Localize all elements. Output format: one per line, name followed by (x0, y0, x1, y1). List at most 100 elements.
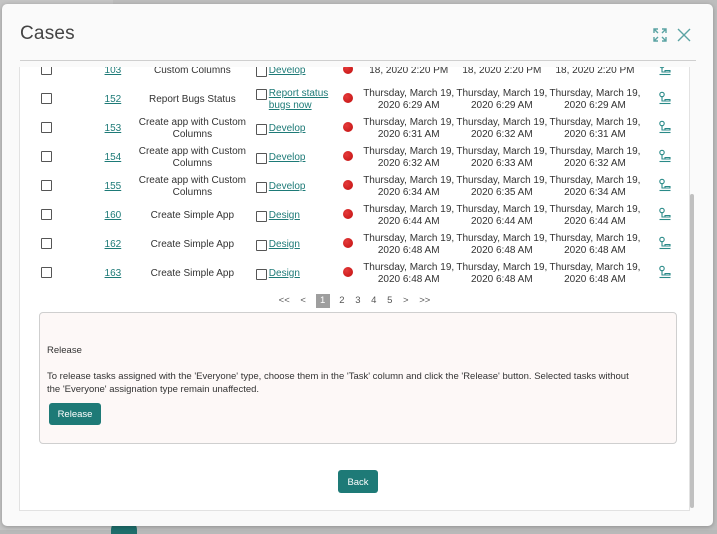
date-created: Thursday, March 19, 2020 6:34 AM (362, 172, 455, 201)
page-2[interactable]: 2 (339, 295, 344, 306)
case-id-link[interactable]: 162 (105, 239, 122, 250)
page-1[interactable]: 1 (316, 294, 330, 308)
assign-user-icon[interactable] (658, 265, 672, 279)
row-select-checkbox[interactable] (41, 267, 52, 278)
case-id-link[interactable]: 152 (105, 94, 122, 105)
close-icon[interactable] (675, 26, 693, 44)
date-created: Thursday, March 19, 2020 6:48 AM (362, 230, 455, 259)
case-name: Create app with Custom Columns (133, 172, 252, 201)
date-due: Thursday, March 19, 2020 6:48 AM (548, 230, 641, 259)
date-due: Thursday, March 19, 2020 6:32 AM (548, 143, 641, 172)
row-select-checkbox[interactable] (41, 67, 52, 75)
page-4[interactable]: 4 (371, 295, 376, 306)
case-id-link[interactable]: 163 (105, 268, 122, 279)
date-created: Thursday, March 19, 2020 6:32 AM (362, 143, 455, 172)
modal-title: Cases (20, 23, 75, 45)
page-prev[interactable]: < (300, 295, 306, 306)
back-button[interactable]: Back (338, 470, 378, 493)
assign-user-icon[interactable] (658, 236, 672, 250)
task-checkbox[interactable] (256, 211, 267, 222)
case-row: 163 Create Simple App Design Thursday, M… (20, 259, 689, 288)
case-name: Create Simple App (133, 230, 252, 259)
status-dot-icon (343, 209, 353, 219)
task-link[interactable]: Develop (269, 181, 306, 193)
page-first[interactable]: << (279, 295, 290, 306)
task-checkbox[interactable] (256, 240, 267, 251)
assign-user-icon[interactable] (658, 91, 672, 105)
case-id-link[interactable]: 155 (105, 181, 122, 192)
pagination: << < 1 2 3 4 5 > >> (20, 294, 689, 308)
task-link[interactable]: Develop (269, 67, 306, 77)
assign-user-icon[interactable] (658, 149, 672, 163)
task-checkbox[interactable] (256, 67, 267, 77)
case-id-link[interactable]: 153 (105, 123, 122, 134)
status-dot-icon (343, 180, 353, 190)
task-link[interactable]: Design (269, 268, 300, 280)
modal-content: 103 Custom Columns Develop 18, 2020 2:20… (19, 67, 690, 511)
date-created: Thursday, March 19, 2020 6:44 AM (362, 201, 455, 230)
case-name: Create Simple App (133, 201, 252, 230)
date-due: 18, 2020 2:20 PM (548, 67, 641, 85)
date-due: Thursday, March 19, 2020 6:44 AM (548, 201, 641, 230)
page-5[interactable]: 5 (387, 295, 392, 306)
date-due: Thursday, March 19, 2020 6:29 AM (548, 85, 641, 114)
title-divider (20, 60, 696, 61)
row-select-checkbox[interactable] (41, 238, 52, 249)
case-id-link[interactable]: 160 (105, 210, 122, 221)
case-row: 153 Create app with Custom Columns Devel… (20, 114, 689, 143)
release-title: Release (47, 345, 82, 356)
case-name: Custom Columns (133, 67, 252, 85)
date-modified: Thursday, March 19, 2020 6:35 AM (455, 172, 548, 201)
date-created: 18, 2020 2:20 PM (362, 67, 455, 85)
task-link[interactable]: Design (269, 239, 300, 251)
date-created: Thursday, March 19, 2020 6:31 AM (362, 114, 455, 143)
date-due: Thursday, March 19, 2020 6:34 AM (548, 172, 641, 201)
case-row: 162 Create Simple App Design Thursday, M… (20, 230, 689, 259)
case-row: 160 Create Simple App Design Thursday, M… (20, 201, 689, 230)
content-scrollbar[interactable] (690, 194, 694, 508)
row-select-checkbox[interactable] (41, 151, 52, 162)
page-3[interactable]: 3 (355, 295, 360, 306)
row-select-checkbox[interactable] (41, 180, 52, 191)
status-dot-icon (343, 151, 353, 161)
assign-user-icon[interactable] (658, 67, 672, 76)
task-link[interactable]: Develop (269, 123, 306, 135)
status-dot-icon (343, 267, 353, 277)
case-id-link[interactable]: 154 (105, 152, 122, 163)
row-select-checkbox[interactable] (41, 209, 52, 220)
date-modified: Thursday, March 19, 2020 6:33 AM (455, 143, 548, 172)
date-modified: Thursday, March 19, 2020 6:44 AM (455, 201, 548, 230)
assign-user-icon[interactable] (658, 120, 672, 134)
row-select-checkbox[interactable] (41, 122, 52, 133)
assign-user-icon[interactable] (658, 178, 672, 192)
case-name: Create app with Custom Columns (133, 114, 252, 143)
date-modified: Thursday, March 19, 2020 6:29 AM (455, 85, 548, 114)
page-last[interactable]: >> (419, 295, 430, 306)
expand-icon[interactable] (651, 26, 669, 44)
page-next[interactable]: > (403, 295, 409, 306)
task-checkbox[interactable] (256, 269, 267, 280)
task-checkbox[interactable] (256, 124, 267, 135)
task-link[interactable]: Design (269, 210, 300, 222)
assign-user-icon[interactable] (658, 207, 672, 221)
task-checkbox[interactable] (256, 89, 267, 100)
task-link[interactable]: Develop (269, 152, 306, 164)
release-button[interactable]: Release (49, 403, 101, 425)
date-modified: Thursday, March 19, 2020 6:48 AM (455, 259, 548, 288)
cases-modal: Cases 103 Custom Columns Develop 18, 202… (2, 4, 713, 526)
status-dot-icon (343, 67, 353, 74)
case-row: 152 Report Bugs Status Report status bug… (20, 85, 689, 114)
date-modified: Thursday, March 19, 2020 6:48 AM (455, 230, 548, 259)
case-name: Create app with Custom Columns (133, 143, 252, 172)
row-select-checkbox[interactable] (41, 93, 52, 104)
release-description: To release tasks assigned with the 'Ever… (47, 371, 637, 396)
status-dot-icon (343, 238, 353, 248)
task-checkbox[interactable] (256, 182, 267, 193)
case-id-link[interactable]: 103 (105, 67, 122, 76)
case-row: 103 Custom Columns Develop 18, 2020 2:20… (20, 67, 689, 85)
task-checkbox[interactable] (256, 153, 267, 164)
case-name: Report Bugs Status (133, 85, 252, 114)
status-dot-icon (343, 122, 353, 132)
release-panel: Release To release tasks assigned with t… (39, 312, 677, 444)
task-link[interactable]: Report status bugs now (269, 88, 331, 112)
